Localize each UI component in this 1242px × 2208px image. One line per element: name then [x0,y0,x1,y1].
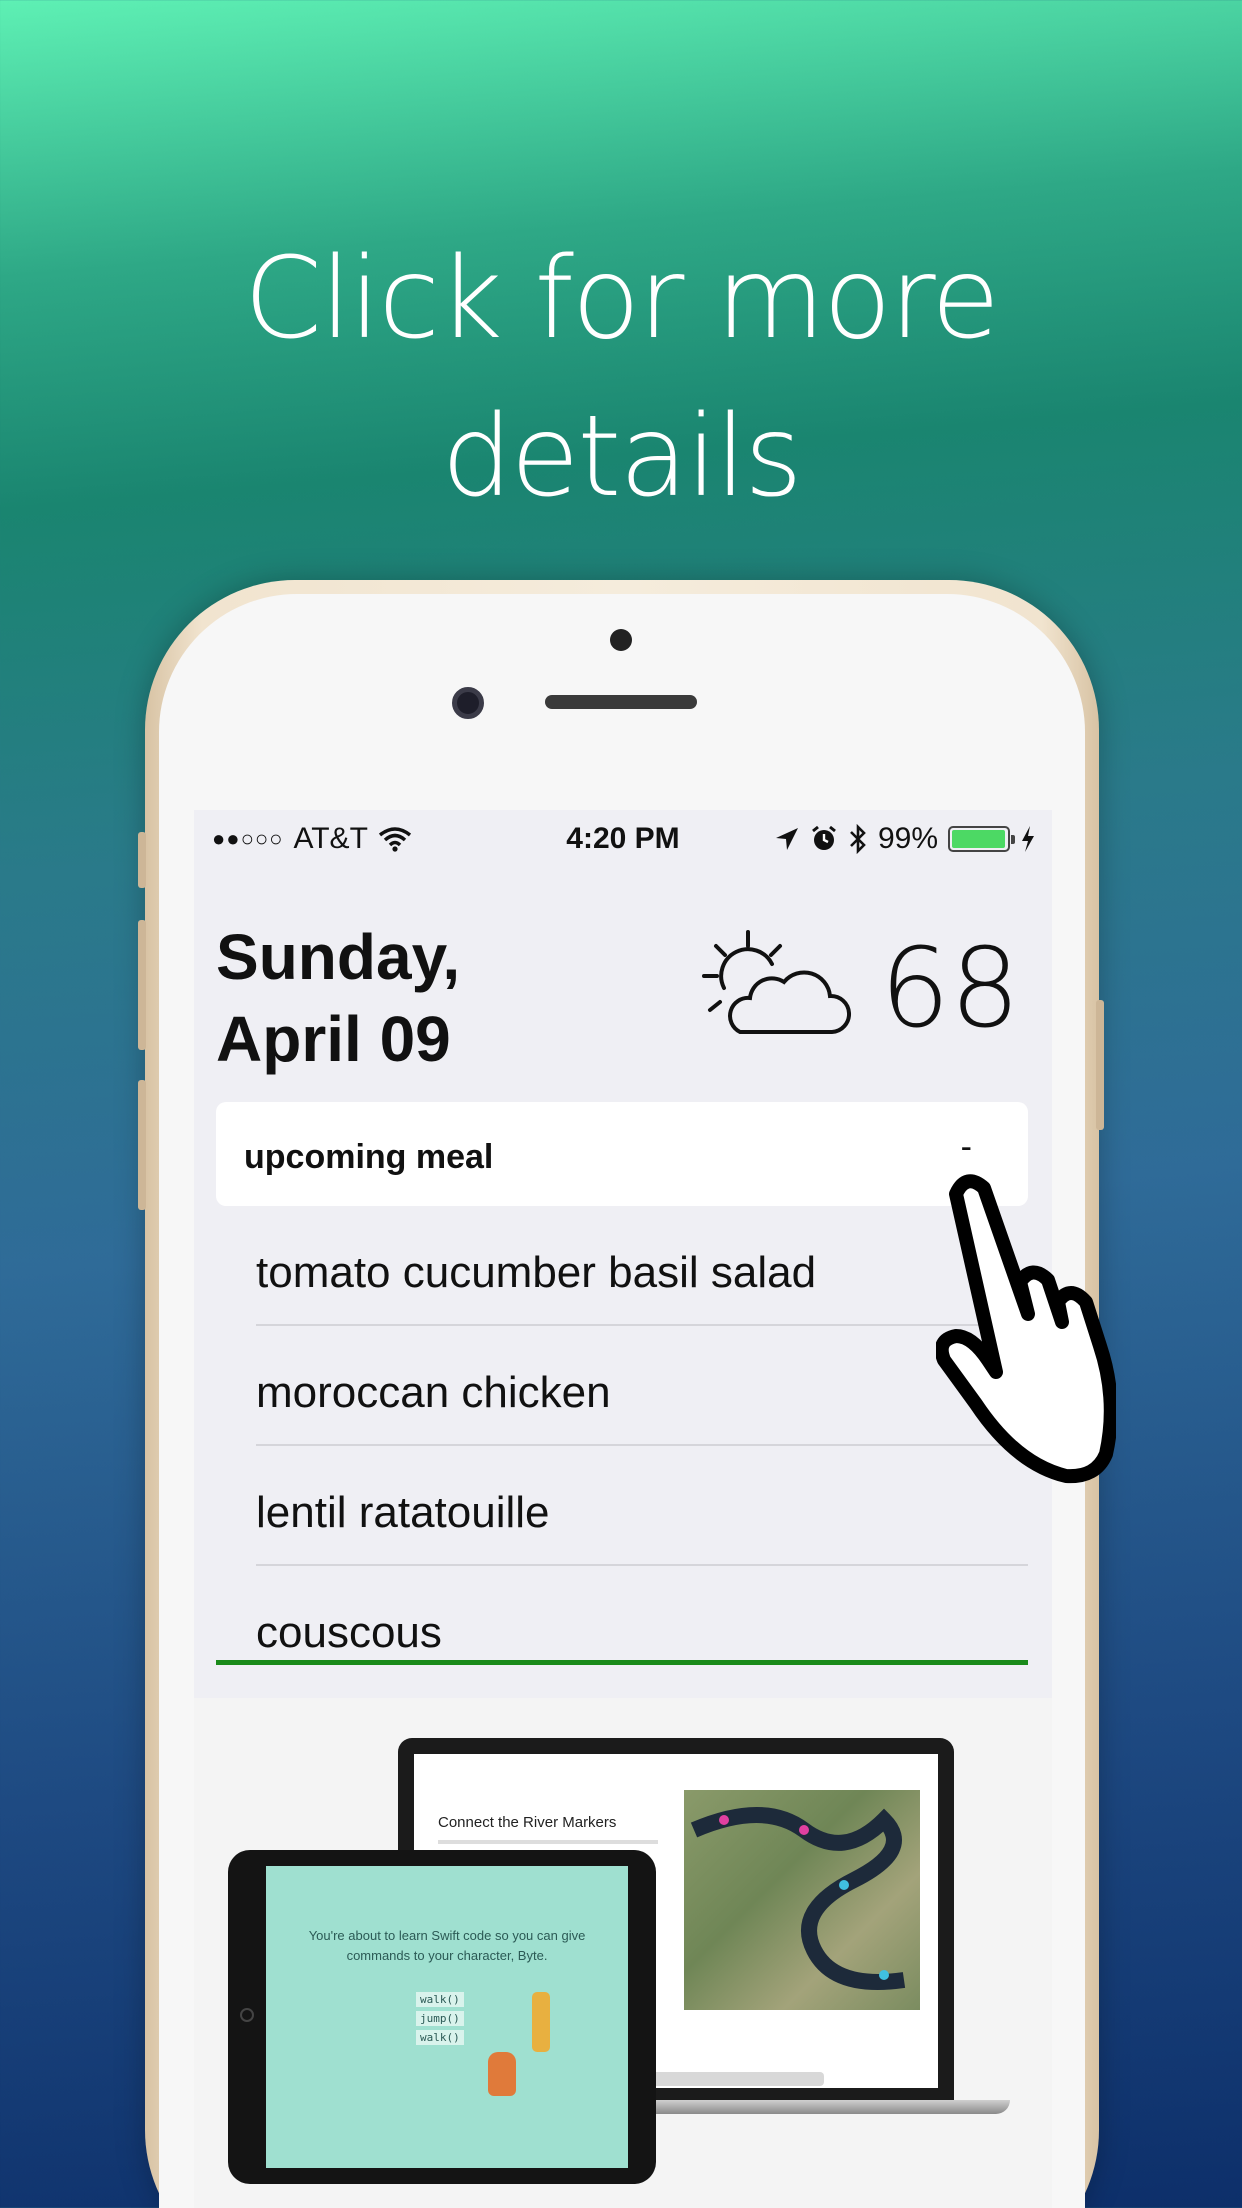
battery-percent: 99% [877,822,938,855]
phone-screen: ●●○○○ AT&T 4:20 PM 99% Sunday, April 09 … [194,810,1052,2208]
headline-line-1: Click for more [243,234,1000,364]
alarm-icon [812,825,836,850]
date-line-2: April 09 [216,1003,451,1075]
code-line: walk() [416,1992,464,2007]
volume-up-button [138,920,146,1050]
volume-down-button [138,1080,146,1210]
tablet-screen: You're about to learn Swift code so you … [266,1866,628,2168]
code-line: walk() [416,2030,464,2045]
section-divider [216,1660,1028,1665]
power-button [1096,1000,1104,1130]
meal-list: tomato cucumber basil salad moroccan chi… [256,1206,1028,1686]
charging-bolt-icon [1022,826,1034,852]
upcoming-meal-title: upcoming meal [244,1138,494,1176]
date-line-1: Sunday, [216,921,461,993]
headline-line-2: details [441,392,802,522]
promo-image: Connect the River Markers You're about t… [194,1698,1052,2208]
tablet-illustration: You're about to learn Swift code so you … [228,1850,656,2184]
partly-sunny-icon [702,930,852,1034]
pointing-hand-icon [936,1174,1116,1484]
list-item[interactable]: lentil ratatouille [256,1446,1028,1566]
river-path [690,1807,906,1990]
date-label: Sunday, April 09 [216,916,460,1080]
collapse-toggle[interactable]: - [961,1128,972,1167]
status-right: 99% [774,822,1036,856]
river-map [684,1790,920,2010]
earpiece-speaker [545,695,697,709]
list-item[interactable]: couscous [256,1566,1028,1686]
laptop-title: Connect the River Markers [438,1814,617,1831]
list-item[interactable]: tomato cucumber basil salad [256,1206,1028,1326]
text-line [438,1840,658,1844]
tablet-text: You're about to learn Swift code so you … [308,1928,586,1963]
list-item[interactable]: moroccan chicken [256,1326,1028,1446]
traffic-light [532,1992,550,2052]
front-camera [452,687,484,719]
bluetooth-icon [850,824,866,854]
location-arrow-icon [775,828,798,850]
code-block: walk() jump() walk() [416,1992,464,2049]
temperature: 68 [880,924,1020,1052]
tablet-home-button [240,2008,254,2022]
headline: Click for more details [0,220,1242,536]
proximity-sensor [610,629,632,651]
code-line: jump() [416,2011,464,2026]
status-bar: ●●○○○ AT&T 4:20 PM 99% [194,810,1052,864]
battery-fill [952,830,1006,848]
upcoming-meal-header[interactable]: upcoming meal - [216,1102,1028,1206]
battery-icon [948,826,1015,852]
byte-character [488,2052,516,2096]
mute-switch [138,832,146,888]
